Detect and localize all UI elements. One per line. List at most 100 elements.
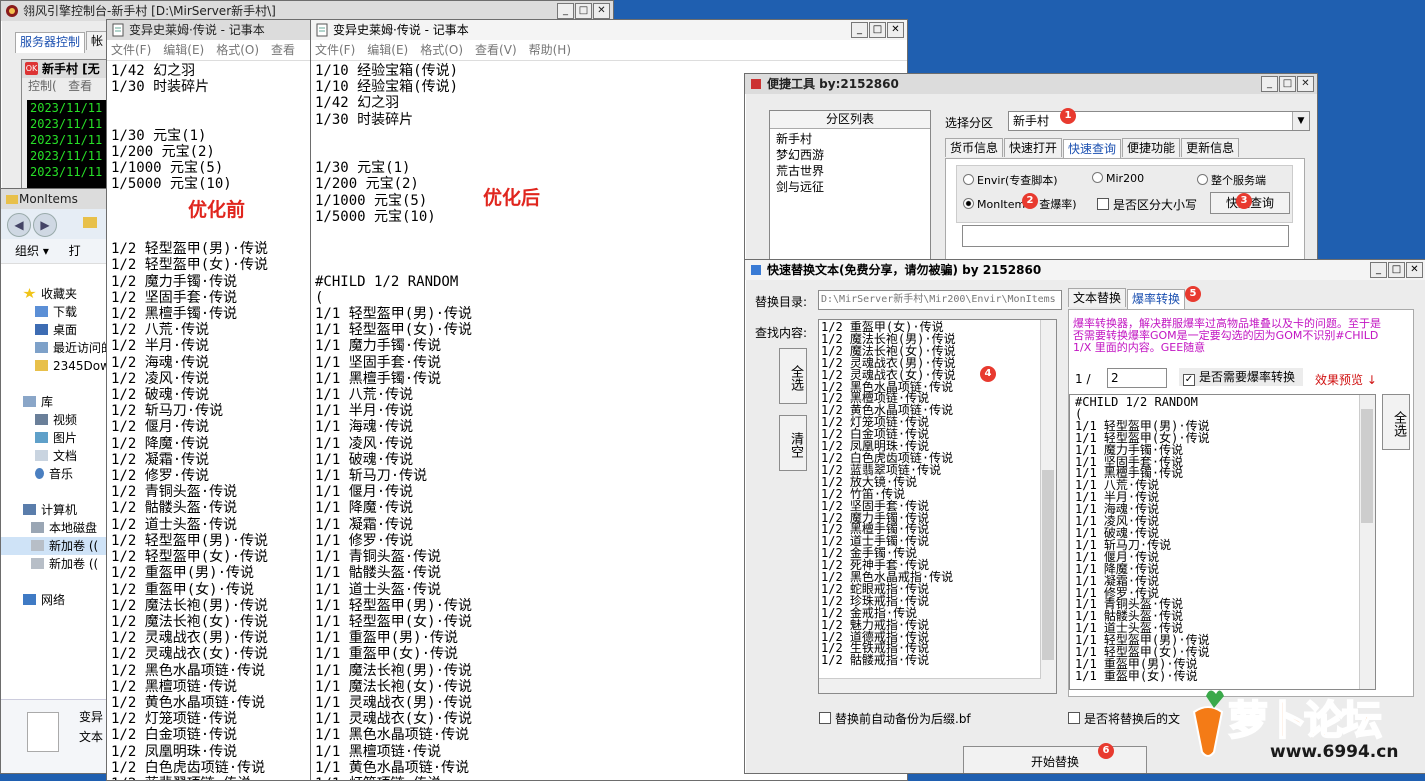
preview-textarea[interactable]: #CHILD 1/2 RANDOM(1/1 轻型盔甲(男)·传说 1/1 轻型盔甲…: [1069, 394, 1376, 690]
radio-whole-server[interactable]: [1197, 174, 1208, 185]
step-badge-6: 6: [1098, 743, 1114, 759]
replace-titlebar[interactable]: 快速替换文本(免费分享，请勿被骗) by 2152860 _ □ ✕: [745, 260, 1425, 280]
find-textarea[interactable]: 1/2 重盔甲(女)·传说 1/2 魔法长袍(男)·传说 1/2 魔法长袍(女)·传…: [818, 319, 1057, 694]
nav-volume-2[interactable]: 新加卷 ((: [31, 555, 98, 573]
maximize-icon[interactable]: □: [1279, 76, 1296, 92]
text-line: 1/2 重盔甲(女)·传说: [111, 581, 255, 598]
text-line: 1/2 偃月·传说: [111, 419, 210, 436]
print-button[interactable]: 打: [69, 244, 81, 258]
rate-description: 爆率转换器，解决群服爆率过高物品堆叠以及卡的问题。至于是否需要转换爆率GOM是一…: [1073, 317, 1381, 354]
menu-format[interactable]: 格式(O): [420, 43, 463, 57]
console-titlebar[interactable]: 翎风引擎控制台-新手村 [D:\MirServer新手村\] _ □ ✕: [1, 1, 613, 21]
step-badge-2: 2: [1022, 193, 1038, 209]
notepad-after-titlebar[interactable]: 变异史莱姆·传说 - 记事本 _ □ ✕: [311, 20, 907, 40]
case-sensitive-checkbox[interactable]: [1097, 198, 1109, 210]
network-icon: [23, 594, 36, 605]
explorer-titlebar[interactable]: MonItems: [1, 189, 113, 209]
console-tab-account[interactable]: 帐: [86, 31, 109, 50]
partition-item[interactable]: 荒古世界: [776, 163, 924, 179]
open-after-checkbox[interactable]: [1068, 712, 1080, 724]
radio-envir[interactable]: [963, 174, 974, 185]
nav-desktop[interactable]: 桌面: [35, 321, 77, 339]
convert-checkbox[interactable]: ✓: [1183, 374, 1195, 386]
tab-rate-convert[interactable]: 爆率转换: [1127, 289, 1186, 310]
nav-music[interactable]: 音乐: [35, 465, 73, 483]
nav-downloads[interactable]: 下载: [35, 303, 77, 321]
preview-select-all-button[interactable]: 全选: [1382, 394, 1410, 450]
ratio-input[interactable]: 2: [1107, 368, 1167, 388]
preview-scrollbar[interactable]: [1359, 395, 1375, 689]
minimize-icon[interactable]: _: [557, 3, 574, 19]
minimize-icon[interactable]: _: [851, 22, 868, 38]
close-icon[interactable]: ✕: [1297, 76, 1314, 92]
child-menu-view[interactable]: 查看: [68, 79, 92, 93]
tab-currency[interactable]: 货币信息: [945, 138, 1004, 157]
nav-favorites[interactable]: 收藏夹: [23, 285, 77, 303]
menu-help[interactable]: 帮助(H): [529, 43, 571, 57]
start-replace-button[interactable]: 开始替换: [963, 746, 1147, 773]
menu-edit[interactable]: 编辑(E): [163, 43, 204, 57]
menu-view[interactable]: 查看: [271, 43, 295, 57]
nav-volume-1[interactable]: 新加卷 ((: [1, 537, 113, 555]
find-hscrollbar[interactable]: [819, 678, 1041, 693]
library-icon: [23, 396, 36, 407]
tab-quick-query[interactable]: 快速查询: [1063, 139, 1122, 160]
nav-documents[interactable]: 文档: [35, 447, 77, 465]
forward-icon[interactable]: ▶: [33, 213, 57, 237]
nav-2345[interactable]: 2345Downl: [35, 357, 113, 375]
back-icon[interactable]: ◀: [7, 213, 31, 237]
nav-library[interactable]: 库: [23, 393, 53, 411]
organize-menu[interactable]: 组织: [15, 244, 39, 258]
file-type-label: 文本: [79, 730, 104, 744]
console-tab-server[interactable]: 服务器控制: [15, 32, 86, 53]
partition-list[interactable]: 分区列表 新手村 梦幻西游 荒古世界 剑与远征: [769, 110, 931, 272]
text-line: [111, 95, 319, 111]
step-badge-4: 4: [980, 366, 996, 382]
tab-quick-open[interactable]: 快速打开: [1004, 138, 1063, 157]
nav-network[interactable]: 网络: [23, 591, 65, 609]
partition-item[interactable]: 新手村: [776, 131, 924, 147]
partition-item[interactable]: 剑与远征: [776, 179, 924, 195]
maximize-icon[interactable]: □: [1388, 262, 1405, 278]
radio-monitem[interactable]: [963, 198, 974, 209]
maximize-icon[interactable]: □: [869, 22, 886, 38]
radio-mir200[interactable]: [1092, 172, 1103, 183]
select-all-button[interactable]: 全选: [779, 348, 807, 404]
menu-file[interactable]: 文件(F): [111, 43, 151, 57]
nav-recent[interactable]: 最近访问的: [35, 339, 113, 357]
dir-input[interactable]: D:\MirServer新手村\Mir200\Envir\MonItems: [818, 290, 1062, 310]
text-line: 1/2 重盔甲(男)·传说: [111, 565, 255, 582]
find-scrollbar[interactable]: [1040, 320, 1056, 693]
open-after-label: 是否将替换后的文: [1084, 712, 1181, 726]
quick-tool-titlebar[interactable]: 便捷工具 by:2152860 _ □ ✕: [745, 74, 1317, 94]
close-icon[interactable]: ✕: [887, 22, 904, 38]
nav-videos[interactable]: 视频: [35, 411, 77, 429]
partition-select[interactable]: 新手村 ▼: [1008, 111, 1310, 131]
after-label: 优化后: [483, 187, 541, 209]
maximize-icon[interactable]: □: [575, 3, 592, 19]
close-icon[interactable]: ✕: [1406, 262, 1423, 278]
backup-checkbox[interactable]: [819, 712, 831, 724]
query-input[interactable]: [962, 225, 1289, 247]
menu-edit[interactable]: 编辑(E): [367, 43, 408, 57]
chevron-down-icon[interactable]: ▼: [1292, 112, 1309, 130]
notepad-before-text[interactable]: 1/42 幻之羽 1/30 时装碎片 1/30 元宝(1) 1/200 元宝(2) 1…: [107, 61, 319, 780]
nav-pictures[interactable]: 图片: [35, 429, 77, 447]
menu-format[interactable]: 格式(O): [216, 43, 259, 57]
menu-view[interactable]: 查看(V): [475, 43, 517, 57]
partition-item[interactable]: 梦幻西游: [776, 147, 924, 163]
minimize-icon[interactable]: _: [1370, 262, 1387, 278]
notepad-before-titlebar[interactable]: 变异史莱姆·传说 - 记事本: [107, 20, 319, 40]
minimize-icon[interactable]: _: [1261, 76, 1278, 92]
tab-text-replace[interactable]: 文本替换: [1068, 288, 1127, 307]
clear-button[interactable]: 清空: [779, 415, 807, 471]
child-menu-control[interactable]: 控制(: [28, 79, 57, 93]
nav-computer[interactable]: 计算机: [23, 501, 77, 519]
tab-convenience[interactable]: 便捷功能: [1122, 138, 1181, 157]
close-icon[interactable]: ✕: [593, 3, 610, 19]
tab-update[interactable]: 更新信息: [1181, 138, 1240, 157]
nav-local-disk[interactable]: 本地磁盘: [31, 519, 97, 537]
text-line: 1/2 轻型盔甲(男)·传说: [111, 532, 269, 549]
menu-file[interactable]: 文件(F): [315, 43, 355, 57]
text-line: [111, 225, 319, 241]
